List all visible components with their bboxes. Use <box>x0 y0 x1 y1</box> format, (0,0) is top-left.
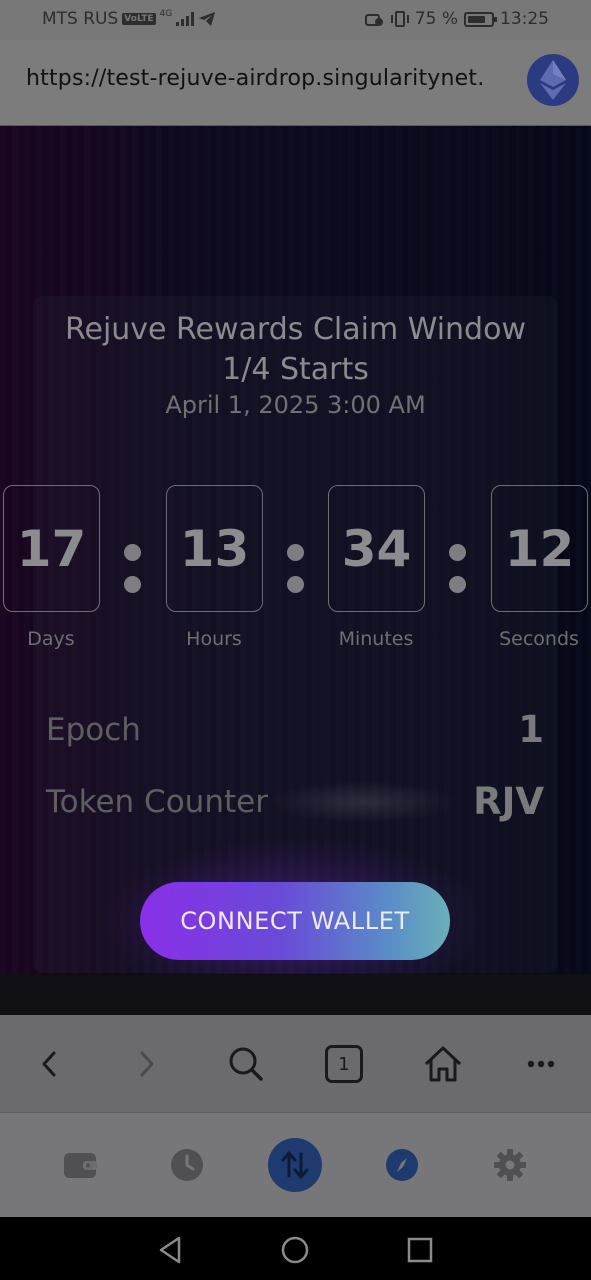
android-home-button[interactable] <box>275 1230 315 1270</box>
telegram-icon <box>199 12 216 26</box>
countdown-seconds: 12 <box>491 485 588 612</box>
claim-title-line1: Rejuve Rewards Claim Window <box>65 312 526 347</box>
nav-wallet[interactable] <box>53 1138 107 1192</box>
network-type: 4G <box>159 9 173 19</box>
android-nav-bar <box>0 1217 591 1280</box>
claim-title: Rejuve Rewards Claim Window 1/4 Starts <box>0 310 591 390</box>
battery-icon <box>464 11 497 27</box>
more-icon <box>527 1060 555 1068</box>
countdown-days-label: Days <box>27 628 75 650</box>
countdown-seconds-label: Seconds <box>499 628 579 650</box>
claim-title-line2: 1/4 Starts <box>222 352 369 387</box>
tabs-button[interactable]: 1 <box>317 1037 371 1091</box>
countdown-hours: 13 <box>166 485 263 612</box>
status-right: 75 % 13:25 <box>364 9 549 29</box>
triangle-back-icon <box>159 1236 181 1264</box>
nav-discover[interactable] <box>375 1138 429 1192</box>
chevron-right-icon <box>140 1051 154 1077</box>
more-button[interactable] <box>514 1037 568 1091</box>
notification-off-icon <box>364 14 383 26</box>
gear-icon <box>494 1149 526 1181</box>
url-field[interactable]: https://test-rejuve-airdrop.singularityn… <box>26 66 484 91</box>
network-button[interactable] <box>527 54 579 106</box>
nav-swap[interactable] <box>268 1138 322 1192</box>
epoch-value: 1 <box>518 708 544 751</box>
page-footer <box>0 974 591 1015</box>
circle-home-icon <box>281 1236 309 1264</box>
vibrate-icon <box>390 11 409 27</box>
countdown-hours-label: Hours <box>186 628 242 650</box>
search-icon <box>229 1047 263 1081</box>
token-counter-label: Token Counter <box>46 784 268 820</box>
countdown-minutes-label: Minutes <box>338 628 414 650</box>
countdown-separator <box>124 544 142 608</box>
connect-wallet-button[interactable]: CONNECT WALLET <box>140 882 450 960</box>
signal-icon <box>176 12 195 26</box>
tab-count: 1 <box>325 1045 363 1083</box>
epoch-label: Epoch <box>46 712 141 748</box>
countdown-days: 17 <box>3 485 100 612</box>
android-recents-button[interactable] <box>400 1230 440 1270</box>
token-counter-blurred <box>268 781 458 823</box>
countdown-separator <box>449 544 467 608</box>
home-icon <box>424 1046 462 1082</box>
clock-time: 13:25 <box>500 9 549 29</box>
status-left: MTS RUS VoLTE 4G <box>42 9 216 29</box>
nav-settings[interactable] <box>483 1138 537 1192</box>
square-recents-icon <box>407 1237 433 1263</box>
battery-percent: 75 % <box>414 9 458 29</box>
swap-active-circle <box>268 1138 322 1192</box>
url-bar: https://test-rejuve-airdrop.singularityn… <box>0 40 591 126</box>
claim-date: April 1, 2025 3:00 AM <box>165 391 426 419</box>
battery-fill <box>468 15 485 23</box>
back-button[interactable] <box>22 1037 76 1091</box>
page-content: Rejuve Rewards Claim Window 1/4 Starts A… <box>0 126 591 1015</box>
ethereum-icon <box>540 60 566 100</box>
status-bar: MTS RUS VoLTE 4G 75 % 13:25 <box>0 0 591 40</box>
carrier-name: MTS RUS <box>42 9 119 29</box>
browser-toolbar: 1 <box>0 1015 591 1113</box>
clock-icon <box>171 1149 203 1181</box>
swap-icon <box>281 1151 309 1179</box>
compass-icon <box>386 1149 418 1181</box>
countdown-minutes: 34 <box>328 485 425 612</box>
android-back-button[interactable] <box>150 1230 190 1270</box>
search-button[interactable] <box>219 1037 273 1091</box>
nav-history[interactable] <box>160 1138 214 1192</box>
forward-button[interactable] <box>120 1037 174 1091</box>
token-counter-unit: RJV <box>473 780 544 823</box>
home-button[interactable] <box>416 1037 470 1091</box>
wallet-nav <box>0 1113 591 1217</box>
volte-badge: VoLTE <box>122 13 156 25</box>
chevron-left-icon <box>42 1051 56 1077</box>
countdown-separator <box>287 544 305 608</box>
wallet-icon <box>64 1153 97 1178</box>
